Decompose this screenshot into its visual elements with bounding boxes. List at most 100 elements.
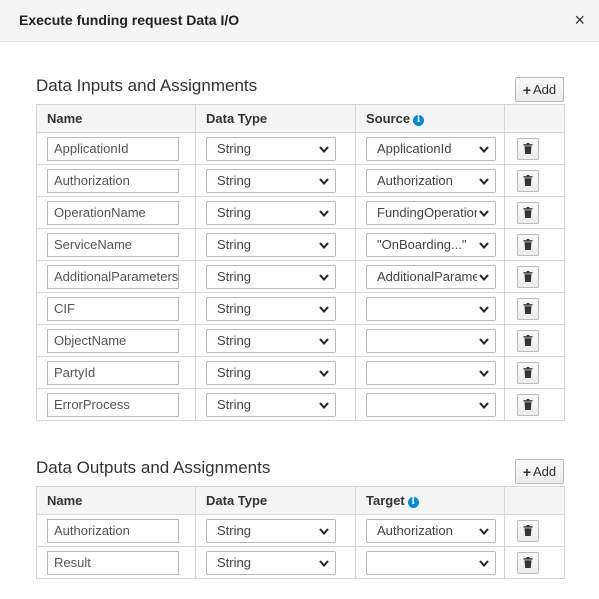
delete-row-button[interactable]: [517, 137, 539, 160]
variable-name-input[interactable]: Authorization: [47, 518, 179, 543]
chevron-down-icon: [319, 337, 329, 345]
variable-name-input[interactable]: ServiceName: [47, 232, 179, 257]
chevron-down-icon: [319, 369, 329, 377]
add-input-button[interactable]: + Add: [515, 77, 564, 102]
table-row: Result String: [36, 546, 565, 579]
table-row: AdditionalParameters String AdditionalPara…: [36, 260, 565, 293]
variable-name-input[interactable]: ErrorProcess: [47, 392, 179, 417]
delete-row-button[interactable]: [517, 265, 539, 288]
source-select[interactable]: [366, 296, 496, 321]
trash-icon: [523, 175, 533, 186]
variable-name-input[interactable]: AdditionalParameters: [47, 264, 179, 289]
chevron-down-icon: [319, 241, 329, 249]
data-type-select[interactable]: String: [206, 168, 336, 193]
source-select[interactable]: AdditionalParameters: [366, 264, 496, 289]
data-io-dialog: Execute funding request Data I/O × Data …: [0, 0, 599, 599]
source-select[interactable]: [366, 328, 496, 353]
delete-row-button[interactable]: [517, 519, 539, 542]
delete-row-button[interactable]: [517, 169, 539, 192]
table-row: CIF String: [36, 292, 565, 325]
delete-row-button[interactable]: [517, 551, 539, 574]
source-header-label: Source: [366, 111, 411, 126]
target-select[interactable]: Authorization: [366, 518, 496, 543]
chevron-down-icon: [479, 527, 489, 535]
source-select[interactable]: [366, 392, 496, 417]
variable-name-input[interactable]: Result: [47, 550, 179, 575]
chevron-down-icon: [479, 305, 489, 313]
data-type-select[interactable]: String: [206, 200, 336, 225]
table-row: ServiceName String "OnBoarding...": [36, 228, 565, 261]
data-type-select[interactable]: String: [206, 264, 336, 289]
target-select[interactable]: [366, 550, 496, 575]
outputs-header-row: Name Data Type Target i: [36, 486, 565, 515]
delete-row-button[interactable]: [517, 233, 539, 256]
column-header-actions: [504, 486, 565, 515]
delete-row-button[interactable]: [517, 329, 539, 352]
trash-icon: [523, 557, 533, 568]
table-row: OperationName String FundingOperation: [36, 196, 565, 229]
add-input-label: Add: [533, 82, 557, 97]
inputs-table: Name Data Type Source i ApplicationId Stri…: [36, 104, 565, 421]
variable-name-input[interactable]: Authorization: [47, 168, 179, 193]
plus-icon: +: [522, 463, 532, 480]
table-row: Authorization String Authorization: [36, 164, 565, 197]
variable-name-input[interactable]: OperationName: [47, 200, 179, 225]
data-type-select[interactable]: String: [206, 328, 336, 353]
variable-name-input[interactable]: ObjectName: [47, 328, 179, 353]
chevron-down-icon: [479, 177, 489, 185]
add-output-label: Add: [533, 464, 557, 479]
column-header-name: Name: [36, 486, 196, 515]
close-icon[interactable]: ×: [574, 10, 585, 30]
source-select[interactable]: "OnBoarding...": [366, 232, 496, 257]
info-circle-icon[interactable]: i: [407, 497, 419, 508]
source-select[interactable]: Authorization: [366, 168, 496, 193]
trash-icon: [523, 207, 533, 218]
table-row: ApplicationId String ApplicationId: [36, 132, 565, 165]
add-output-button[interactable]: + Add: [515, 459, 564, 484]
trash-icon: [523, 525, 533, 536]
outputs-table: Name Data Type Target i Authorization Stri…: [36, 486, 565, 579]
data-type-select[interactable]: String: [206, 392, 336, 417]
variable-name-input[interactable]: CIF: [47, 296, 179, 321]
data-type-select[interactable]: String: [206, 232, 336, 257]
dialog-title: Execute funding request Data I/O: [19, 12, 240, 28]
chevron-down-icon: [479, 145, 489, 153]
delete-row-button[interactable]: [517, 297, 539, 320]
trash-icon: [523, 399, 533, 410]
column-header-data-type: Data Type: [195, 104, 356, 133]
delete-row-button[interactable]: [517, 393, 539, 416]
column-header-data-type: Data Type: [195, 486, 356, 515]
data-type-select[interactable]: String: [206, 360, 336, 385]
data-type-select[interactable]: String: [206, 550, 336, 575]
column-header-source: Source i: [355, 104, 505, 133]
variable-name-input[interactable]: PartyId: [47, 360, 179, 385]
source-select[interactable]: [366, 360, 496, 385]
column-header-actions: [504, 104, 565, 133]
source-select[interactable]: FundingOperation: [366, 200, 496, 225]
table-row: ErrorProcess String: [36, 388, 565, 421]
chevron-down-icon: [479, 209, 489, 217]
source-select[interactable]: ApplicationId: [366, 136, 496, 161]
trash-icon: [523, 335, 533, 346]
target-header-label: Target: [366, 493, 405, 508]
plus-icon: +: [522, 81, 532, 98]
info-circle-icon[interactable]: i: [413, 115, 425, 126]
chevron-down-icon: [479, 337, 489, 345]
data-type-select[interactable]: String: [206, 136, 336, 161]
variable-name-input[interactable]: ApplicationId: [47, 136, 179, 161]
delete-row-button[interactable]: [517, 201, 539, 224]
trash-icon: [523, 271, 533, 282]
chevron-down-icon: [319, 209, 329, 217]
outputs-section-title: Data Outputs and Assignments: [36, 458, 271, 477]
chevron-down-icon: [319, 273, 329, 281]
data-type-select[interactable]: String: [206, 518, 336, 543]
chevron-down-icon: [319, 401, 329, 409]
chevron-down-icon: [319, 559, 329, 567]
chevron-down-icon: [479, 273, 489, 281]
table-row: Authorization String Authorization: [36, 514, 565, 547]
delete-row-button[interactable]: [517, 361, 539, 384]
trash-icon: [523, 143, 533, 154]
data-type-select[interactable]: String: [206, 296, 336, 321]
chevron-down-icon: [479, 241, 489, 249]
chevron-down-icon: [319, 305, 329, 313]
